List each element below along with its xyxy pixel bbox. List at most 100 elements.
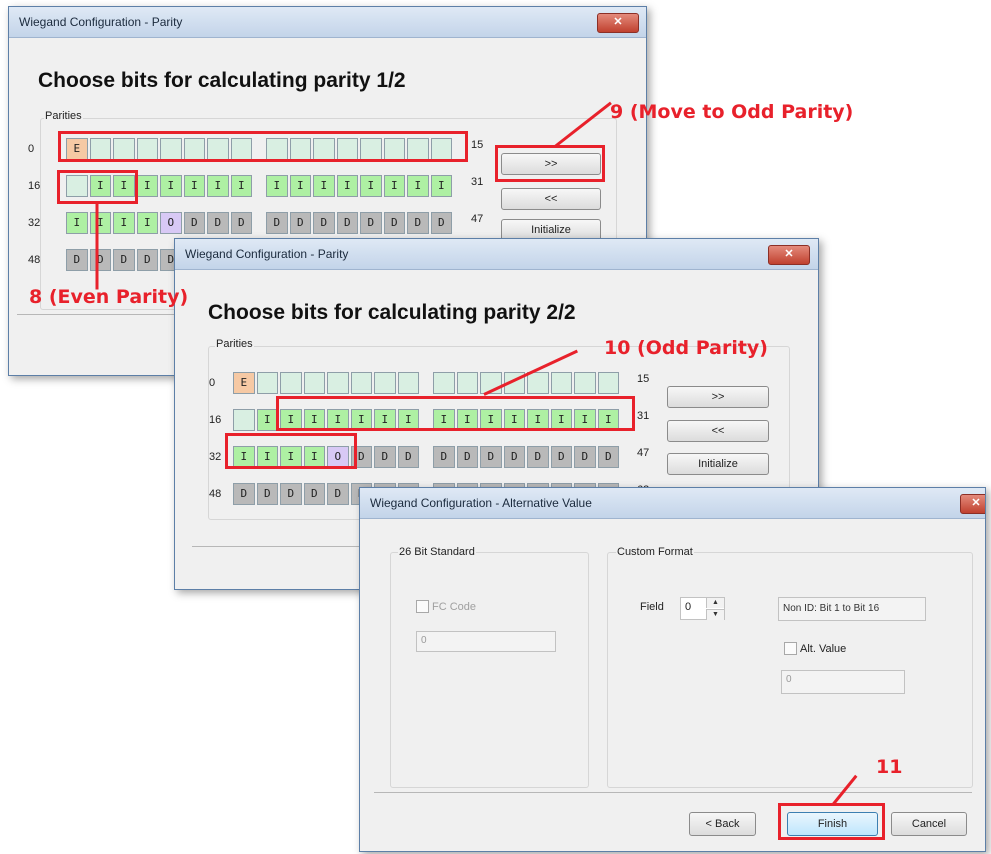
parity-bit-cell[interactable]: D xyxy=(407,212,429,234)
page-heading: Choose bits for calculating parity 2/2 xyxy=(208,301,576,324)
parity-bit-cell[interactable]: D xyxy=(550,446,572,468)
parity-bit-cell[interactable]: I xyxy=(136,212,158,234)
parity-bit-cell[interactable]: D xyxy=(313,212,335,234)
move-back-button[interactable]: << xyxy=(501,188,601,210)
cancel-button[interactable]: Cancel xyxy=(891,812,967,836)
parity-bit-cell[interactable]: D xyxy=(136,249,158,271)
dialog-title-bar[interactable]: Wiegand Configuration - Parity xyxy=(9,7,646,38)
parity-bit-cell[interactable]: I xyxy=(266,175,288,197)
dialog-title: Wiegand Configuration - Parity xyxy=(19,15,183,29)
dialog-title-bar[interactable]: Wiegand Configuration - Alternative Valu… xyxy=(360,488,985,519)
parity-bit-cell[interactable] xyxy=(374,372,396,394)
move-back-button[interactable]: << xyxy=(667,420,769,442)
row-start-label: 32 xyxy=(28,217,41,229)
row-end-label: 31 xyxy=(637,410,650,422)
row-start-label: 32 xyxy=(209,451,222,463)
parity-bit-cell[interactable] xyxy=(574,372,596,394)
parity-bit-cell[interactable]: D xyxy=(207,212,229,234)
parity-bit-cell[interactable]: D xyxy=(89,249,111,271)
parity-bit-cell[interactable]: D xyxy=(256,483,278,505)
dialog-title: Wiegand Configuration - Parity xyxy=(185,247,349,261)
parity-bit-cell[interactable]: D xyxy=(397,446,419,468)
parity-bit-cell[interactable]: I xyxy=(207,175,229,197)
parity-bit-cell[interactable]: D xyxy=(233,483,255,505)
parity-bit-cell[interactable] xyxy=(256,372,278,394)
close-icon[interactable] xyxy=(597,13,639,33)
parity-bit-cell[interactable]: D xyxy=(303,483,325,505)
parity-bit-cell[interactable]: D xyxy=(374,446,396,468)
back-button[interactable]: < Back xyxy=(689,812,756,836)
parity-bit-cell[interactable] xyxy=(303,372,325,394)
parity-bit-cell[interactable]: D xyxy=(336,212,358,234)
spin-down-icon[interactable]: ▼ xyxy=(706,609,724,620)
parity-bit-cell[interactable]: I xyxy=(89,212,111,234)
parity-bit-cell[interactable]: I xyxy=(160,175,182,197)
parity-bit-cell[interactable]: D xyxy=(456,446,478,468)
dialog-title-bar[interactable]: Wiegand Configuration - Parity xyxy=(175,239,818,270)
row-end-label: 31 xyxy=(471,176,484,188)
parity-bit-cell[interactable]: I xyxy=(256,409,278,431)
row-start-label: 0 xyxy=(28,143,35,155)
row-end-label: 47 xyxy=(471,213,484,225)
parity-bit-cell[interactable]: I xyxy=(383,175,405,197)
parity-bit-cell[interactable]: D xyxy=(183,212,205,234)
parity-bit-cell[interactable]: D xyxy=(527,446,549,468)
parity-bit-cell[interactable] xyxy=(327,372,349,394)
parity-bit-cell[interactable]: I xyxy=(360,175,382,197)
parity-bit-cell[interactable]: I xyxy=(230,175,252,197)
parity-bit-cell[interactable]: I xyxy=(313,175,335,197)
parity-bit-cell[interactable]: I xyxy=(183,175,205,197)
page-heading: Choose bits for calculating parity 1/2 xyxy=(38,69,406,92)
parity-bit-cell[interactable] xyxy=(397,372,419,394)
parity-bit-cell[interactable] xyxy=(550,372,572,394)
parity-bit-cell[interactable]: D xyxy=(113,249,135,271)
parity-bit-cell[interactable]: D xyxy=(480,446,502,468)
parity-bit-cell[interactable] xyxy=(233,409,255,431)
parity-bit-cell[interactable] xyxy=(350,372,372,394)
parity-bit-cell[interactable]: I xyxy=(113,212,135,234)
parity-bit-cell[interactable] xyxy=(527,372,549,394)
row-start-label: 48 xyxy=(28,254,41,266)
parity-bit-cell[interactable]: D xyxy=(230,212,252,234)
initialize-button[interactable]: Initialize xyxy=(667,453,769,475)
parity-bit-cell[interactable]: I xyxy=(430,175,452,197)
close-icon[interactable] xyxy=(960,494,985,514)
parity-bit-cell[interactable]: I xyxy=(407,175,429,197)
alt-value-field[interactable]: 0 xyxy=(781,670,905,694)
parity-bit-cell[interactable]: I xyxy=(66,212,88,234)
parity-bit-cell[interactable] xyxy=(280,372,302,394)
close-icon[interactable] xyxy=(768,245,810,265)
parity-bit-cell[interactable]: D xyxy=(430,212,452,234)
fc-code-label: FC Code xyxy=(432,601,477,613)
parity-bit-cell[interactable]: D xyxy=(280,483,302,505)
spin-up-icon[interactable]: ▲ xyxy=(706,598,724,608)
highlight-move-button xyxy=(495,145,605,182)
parity-bit-cell[interactable] xyxy=(597,372,619,394)
parity-bit-cell[interactable]: D xyxy=(327,483,349,505)
parity-bit-cell[interactable]: D xyxy=(360,212,382,234)
parity-bit-cell[interactable]: I xyxy=(289,175,311,197)
26-bit-standard-label: 26 Bit Standard xyxy=(398,546,476,558)
parity-bit-cell[interactable]: I xyxy=(136,175,158,197)
parity-bit-cell[interactable]: O xyxy=(160,212,182,234)
row-end-label: 47 xyxy=(637,447,650,459)
parity-bit-cell[interactable] xyxy=(456,372,478,394)
parity-bit-cell[interactable]: D xyxy=(66,249,88,271)
parity-bit-cell[interactable]: I xyxy=(336,175,358,197)
parity-bit-cell[interactable] xyxy=(433,372,455,394)
parity-bit-cell[interactable]: D xyxy=(383,212,405,234)
alt-value-label: Alt. Value xyxy=(800,643,847,655)
parity-bit-cell[interactable]: D xyxy=(266,212,288,234)
fc-code-field[interactable]: 0 xyxy=(416,631,556,652)
parity-bit-cell[interactable]: D xyxy=(574,446,596,468)
parity-bit-cell[interactable]: D xyxy=(289,212,311,234)
row-start-label: 48 xyxy=(209,488,222,500)
parity-bit-cell[interactable]: D xyxy=(503,446,525,468)
alt-value-checkbox[interactable] xyxy=(784,642,797,655)
row-start-label: 16 xyxy=(28,180,41,192)
fc-code-checkbox[interactable] xyxy=(416,600,429,613)
parity-bit-cell[interactable]: D xyxy=(597,446,619,468)
move-to-odd-parity-button[interactable]: >> xyxy=(667,386,769,408)
parity-bit-cell[interactable]: E xyxy=(233,372,255,394)
parity-bit-cell[interactable]: D xyxy=(433,446,455,468)
